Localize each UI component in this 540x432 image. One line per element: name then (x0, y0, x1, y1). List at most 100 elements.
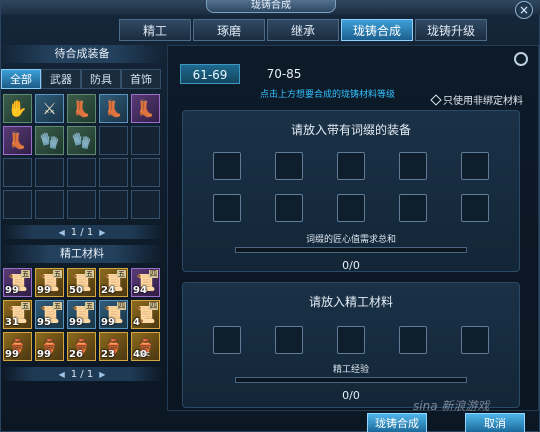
equip-slot[interactable] (275, 194, 303, 222)
material-inventory-slot[interactable]: 📜 四 99 (99, 300, 128, 329)
equip-inventory-slot[interactable] (99, 158, 128, 187)
equip-inventory-slot[interactable] (131, 190, 160, 219)
equip-inventory-slot[interactable]: ⚔ (35, 94, 64, 123)
category-armor[interactable]: 防具 (81, 69, 121, 89)
equip-section-title: 待合成装备 (1, 45, 163, 63)
material-inventory-slot[interactable]: 📜 五 50 (67, 268, 96, 297)
materials-pager: ◀ 1 / 1 ▶ (1, 367, 163, 381)
material-slot[interactable] (399, 326, 427, 354)
material-input-box: 请放入精工材料 精工经验 0/0 (182, 282, 520, 408)
refine-exp-bar (235, 377, 467, 383)
material-inventory-slot[interactable]: 🏺 99 (35, 332, 64, 361)
equip-inventory-slot[interactable] (131, 126, 160, 155)
next-page-icon[interactable]: ▶ (99, 228, 105, 237)
material-inventory-slot[interactable]: 📜 五 99 (3, 268, 32, 297)
equip-slot[interactable] (399, 152, 427, 180)
glove-icon: 🧤 (39, 131, 60, 150)
equip-inventory-slot[interactable]: ✋ (3, 94, 32, 123)
material-quantity: 99 (69, 317, 83, 328)
close-button[interactable]: × (515, 1, 533, 19)
tab-refine[interactable]: 精工 (119, 19, 191, 41)
category-all[interactable]: 全部 (1, 69, 41, 89)
level-61-69-button[interactable]: 61-69 (180, 64, 240, 84)
grade-tag: 四 (117, 302, 126, 310)
material-slot-row (183, 326, 519, 354)
grade-tag: 五 (21, 302, 30, 310)
equip-inventory-slot[interactable] (99, 126, 128, 155)
grade-tag: 四 (149, 270, 158, 278)
material-inventory-slot[interactable]: 🏺 26 (67, 332, 96, 361)
equip-inventory-slot[interactable]: 👢 (99, 94, 128, 123)
boot-icon: 👢 (7, 131, 28, 150)
material-slot[interactable] (337, 326, 365, 354)
equip-slot[interactable] (399, 194, 427, 222)
equip-inventory-slot[interactable] (67, 158, 96, 187)
glove-icon: 🧤 (71, 131, 92, 150)
material-inventory-slot[interactable]: 🏺 99 (3, 332, 32, 361)
level-70-85-button[interactable]: 70-85 (254, 64, 314, 84)
forge-compose-button[interactable]: 珑铸合成 (367, 413, 427, 432)
tab-inherit[interactable]: 继承 (267, 19, 339, 41)
window-title: 珑铸合成 (206, 0, 336, 13)
unbound-only-checkbox[interactable]: 只使用非绑定材料 (430, 92, 523, 107)
equip-inventory-slot[interactable] (35, 158, 64, 187)
equip-inventory-slot[interactable] (3, 190, 32, 219)
equip-inventory-slot[interactable]: 👢 (131, 94, 160, 123)
equip-inventory-slot[interactable] (67, 190, 96, 219)
settings-ring-icon[interactable] (514, 52, 528, 66)
category-weapon[interactable]: 武器 (41, 69, 81, 89)
tab-polish[interactable]: 琢磨 (193, 19, 265, 41)
grade-tag: 五 (117, 270, 126, 278)
equip-slot[interactable] (461, 194, 489, 222)
cancel-button[interactable]: 取消 (465, 413, 525, 432)
equip-inventory-slot[interactable] (3, 158, 32, 187)
equip-slot[interactable] (213, 152, 241, 180)
equip-slot[interactable] (337, 194, 365, 222)
material-inventory-slot[interactable]: 🏺 23 (99, 332, 128, 361)
material-slot[interactable] (461, 326, 489, 354)
material-slot[interactable] (275, 326, 303, 354)
equip-slot[interactable] (337, 152, 365, 180)
grade-tag: 四 (149, 302, 158, 310)
next-page-icon[interactable]: ▶ (99, 370, 105, 379)
material-inventory-slot[interactable]: 📜 五 24 (99, 268, 128, 297)
equip-inventory-slot[interactable]: 👢 (3, 126, 32, 155)
left-panel: 待合成装备 全部 武器 防具 首饰 ✋ ⚔ 👢 👢 👢 👢 🧤 🧤 ◀ 1 / 1 ▶ 精工材… (1, 45, 163, 432)
affix-requirement-label: 词缀的匠心值需求总和 (305, 235, 396, 245)
material-quantity: 99 (5, 285, 19, 296)
equip-inventory-slot[interactable] (35, 190, 64, 219)
page-indicator: 1 / 1 (70, 226, 94, 238)
equip-slot[interactable] (461, 152, 489, 180)
material-inventory-slot[interactable]: 📜 五 99 (35, 268, 64, 297)
equip-box-title: 请放入带有词缀的装备 (290, 123, 411, 137)
equip-inventory-slot[interactable]: 🧤 (67, 126, 96, 155)
material-inventory-slot[interactable]: 📜 五 95 (35, 300, 64, 329)
sword-icon: ⚔ (42, 99, 57, 118)
equip-inventory-slot[interactable] (99, 190, 128, 219)
right-panel: 61-69 70-85 点击上方想要合成的珑铸材料等级 只使用非绑定材料 请放入… (167, 45, 539, 411)
equip-slot[interactable] (213, 194, 241, 222)
grade-tag: 五 (85, 270, 94, 278)
material-quantity: 23 (101, 349, 115, 360)
material-inventory-slot[interactable]: 📜 四 94 (131, 268, 160, 297)
prev-page-icon[interactable]: ◀ (59, 370, 65, 379)
category-accessory[interactable]: 首饰 (121, 69, 161, 89)
equip-inventory-slot[interactable]: 🧤 (35, 126, 64, 155)
material-quantity: 4 (133, 317, 140, 328)
grade-tag: 五 (53, 302, 62, 310)
top-tab-bar: 精工 琢磨 继承 珑铸合成 珑铸升级 (119, 19, 487, 41)
tab-forge-compose[interactable]: 珑铸合成 (341, 19, 413, 41)
prev-page-icon[interactable]: ◀ (59, 228, 65, 237)
equip-inventory-slot[interactable] (131, 158, 160, 187)
equip-inventory-slot[interactable]: 👢 (67, 94, 96, 123)
scissors-icon[interactable]: ✂ (139, 347, 151, 363)
material-slot[interactable] (213, 326, 241, 354)
equip-slot-row (183, 152, 519, 180)
material-inventory-slot[interactable]: 📜 四 4 (131, 300, 160, 329)
tab-forge-upgrade[interactable]: 珑铸升级 (415, 19, 487, 41)
material-inventory-slot[interactable]: 📜 五 99 (67, 300, 96, 329)
equip-slot[interactable] (275, 152, 303, 180)
material-inventory-slot[interactable]: 📜 五 31 (3, 300, 32, 329)
unbound-only-label: 只使用非绑定材料 (443, 96, 523, 107)
grade-tag: 五 (21, 270, 30, 278)
